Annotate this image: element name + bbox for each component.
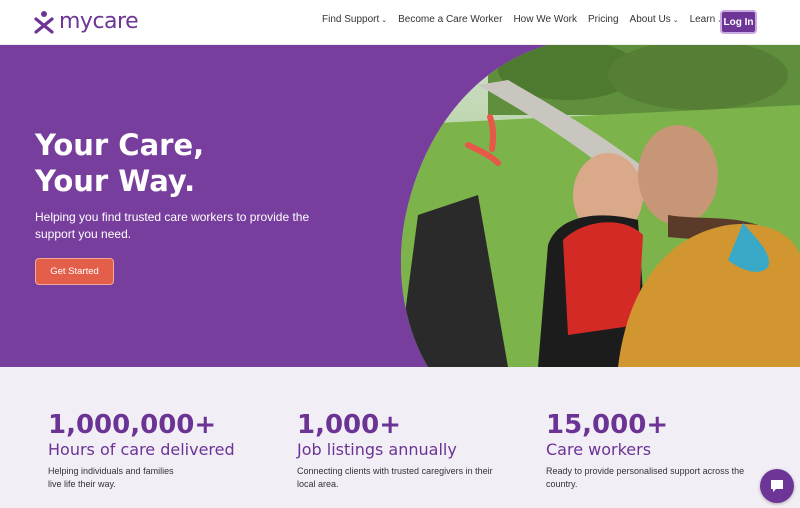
stat-card-workers: 15,000+ Care workers Ready to provide pe… (546, 411, 786, 491)
get-started-button[interactable]: Get Started (35, 258, 114, 285)
stat-label: Hours of care delivered (48, 440, 235, 459)
stat-value: 1,000+ (297, 410, 402, 440)
stats-section: 1,000,000+ Hours of care delivered Helpi… (0, 367, 800, 508)
nav-become-care-worker[interactable]: Become a Care Worker (398, 14, 502, 25)
hero-title: Your Care, Your Way. (35, 127, 204, 199)
nav-label: Pricing (587, 14, 619, 25)
chevron-down-icon: ⌄ (672, 16, 679, 24)
nav-label: About Us (629, 14, 671, 25)
stat-desc-line: country. (546, 479, 578, 489)
stat-label: Care workers (546, 440, 652, 459)
stat-card-jobs: 1,000+ Job listings annually Connecting … (297, 411, 537, 491)
stat-desc-line: Ready to provide personalised support ac… (546, 466, 745, 476)
hero-section: Your Care, Your Way. Helping you find tr… (0, 45, 800, 367)
hero-title-line1: Your Care, (35, 128, 205, 162)
nav-label: Find Support (322, 14, 380, 25)
stat-value: 15,000+ (546, 410, 669, 440)
stat-description: Connecting clients with trusted caregive… (297, 465, 537, 491)
hero-subtitle: Helping you find trusted care workers to… (35, 210, 310, 241)
stat-desc-line: live life their way. (48, 479, 116, 489)
nav-label: How We Work (513, 14, 577, 25)
stat-description: Helping individuals and families live li… (48, 465, 288, 491)
nav-how-we-work[interactable]: How We Work (513, 14, 577, 25)
hero-photo (400, 45, 800, 367)
nav-find-support[interactable]: Find Support ⌄ (322, 14, 387, 25)
stat-desc-line: local area. (297, 479, 339, 489)
main-nav: Find Support ⌄ Become a Care Worker How … (322, 14, 723, 25)
nav-label: Become a Care Worker (398, 14, 503, 25)
logo-link[interactable]: mycare (33, 9, 139, 34)
brand-name: mycare (59, 9, 139, 34)
stat-label: Job listings annually (297, 440, 457, 459)
mycare-logo-icon (33, 10, 55, 34)
nav-about-us[interactable]: About Us ⌄ (630, 14, 679, 25)
nav-pricing[interactable]: Pricing (588, 14, 619, 25)
nav-learn[interactable]: Learn ⌄ (690, 14, 723, 25)
stat-value: 1,000,000+ (48, 410, 217, 440)
stat-description: Ready to provide personalised support ac… (546, 465, 786, 491)
stat-card-hours: 1,000,000+ Hours of care delivered Helpi… (48, 411, 288, 491)
chat-button[interactable] (760, 469, 794, 503)
login-button[interactable]: Log In (720, 10, 757, 34)
chevron-down-icon: ⌄ (381, 16, 388, 24)
site-header: mycare Find Support ⌄ Become a Care Work… (0, 0, 800, 45)
nav-label: Learn (689, 14, 716, 25)
stat-desc-line: Connecting clients with trusted caregive… (297, 466, 493, 476)
hero-title-line2: Your Way. (35, 164, 196, 198)
stat-desc-line: Helping individuals and families (48, 466, 174, 476)
chat-icon (771, 480, 783, 492)
